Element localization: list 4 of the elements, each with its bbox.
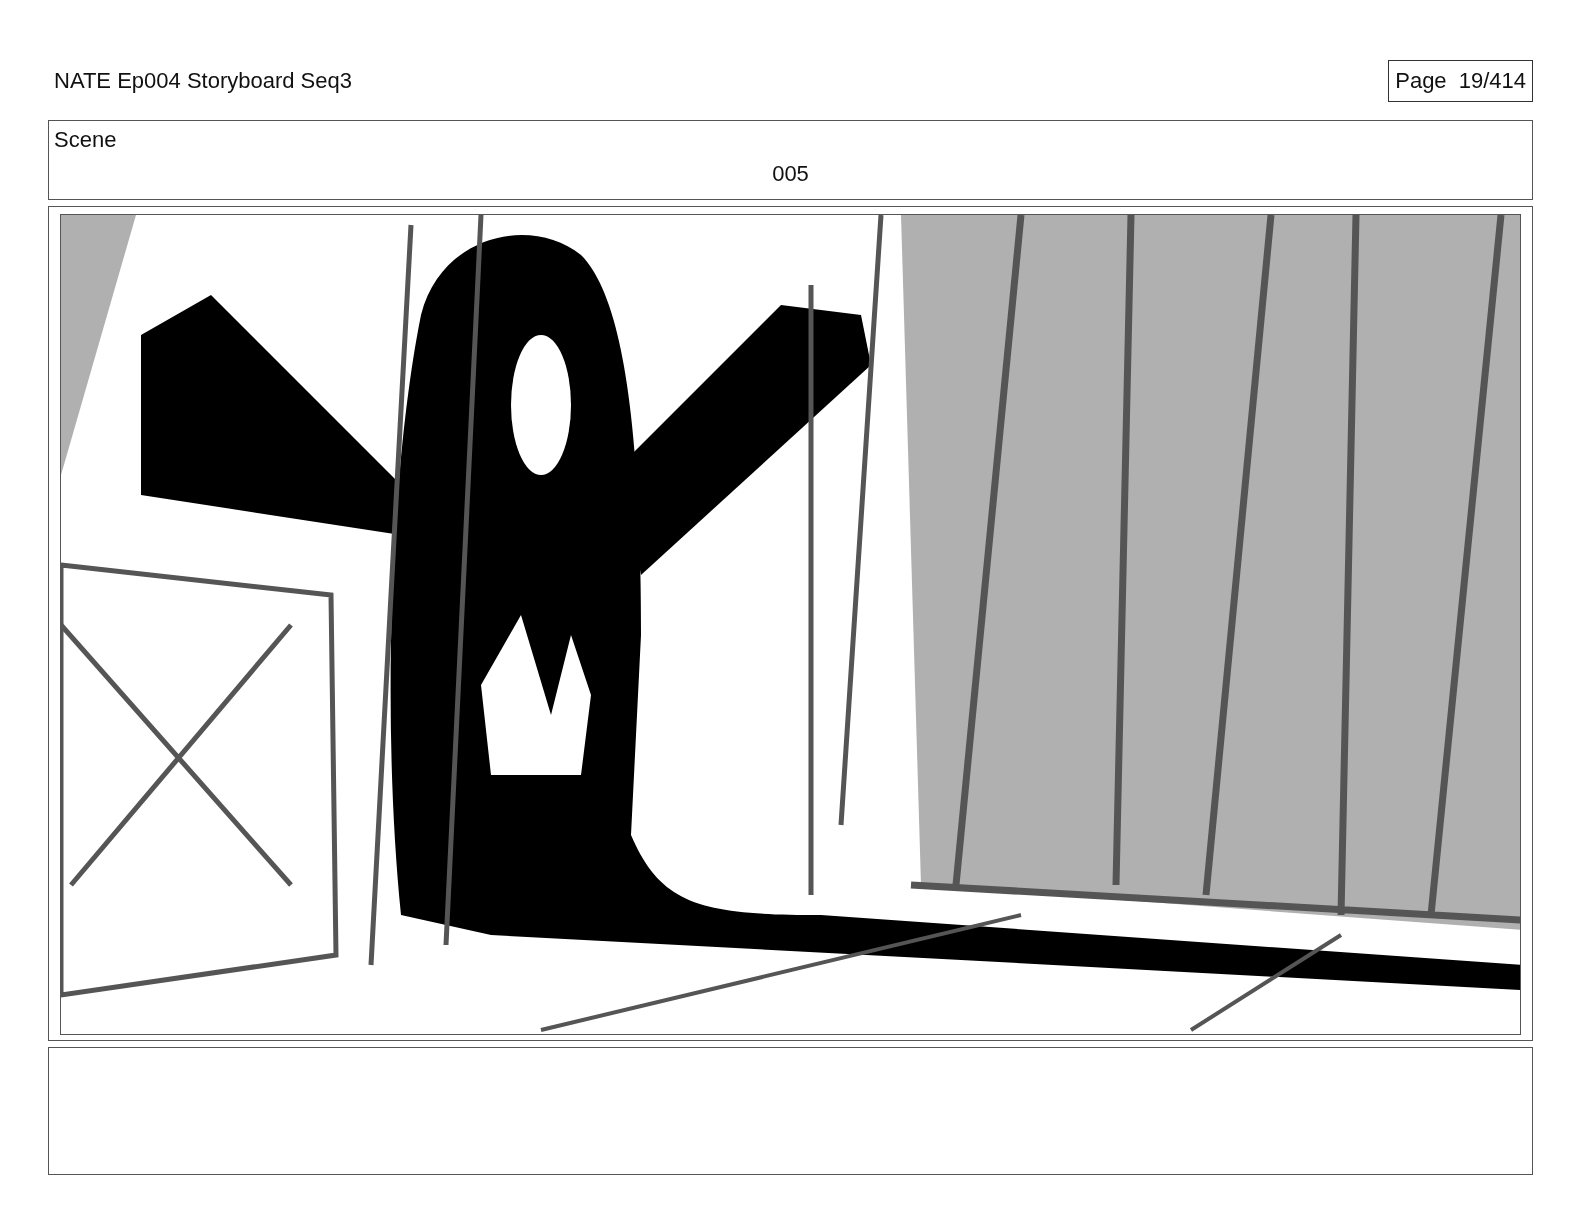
page-number: Page 19/414: [1388, 60, 1533, 102]
document-title: NATE Ep004 Storyboard Seq3: [53, 68, 352, 94]
scene-number: 005: [772, 161, 809, 187]
scene-label: Scene: [54, 127, 117, 153]
